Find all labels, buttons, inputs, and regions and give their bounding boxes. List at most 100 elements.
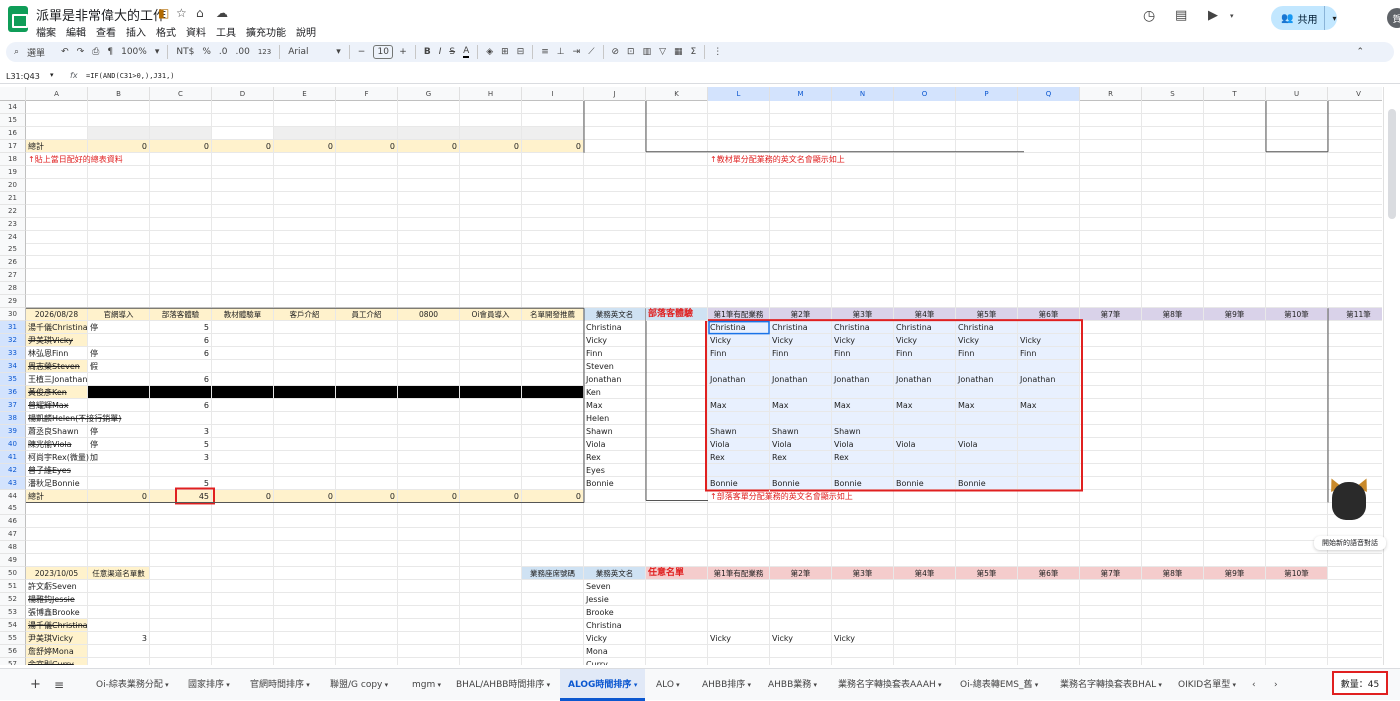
cell-K37[interactable] xyxy=(646,398,708,412)
cell-G28[interactable] xyxy=(398,282,460,296)
cell-D36[interactable] xyxy=(212,385,274,399)
sheet-tab[interactable]: 官網時間排序 ▾ xyxy=(242,669,318,701)
cell-F28[interactable] xyxy=(336,282,398,296)
cell-S49[interactable] xyxy=(1142,554,1204,568)
cell-A34[interactable]: 周志榮Steven xyxy=(26,360,88,373)
cell-G47[interactable] xyxy=(398,528,460,542)
cell-J40[interactable]: Viola xyxy=(584,437,646,451)
cell-C29[interactable] xyxy=(150,295,212,309)
cell-I43[interactable] xyxy=(522,476,584,490)
cell-N17[interactable] xyxy=(832,139,894,153)
cell-I48[interactable] xyxy=(522,541,584,555)
column-header-G[interactable]: G xyxy=(398,87,460,101)
cell-O18[interactable] xyxy=(894,152,956,166)
cell-N57[interactable] xyxy=(832,657,894,665)
row-header[interactable]: 38 xyxy=(0,411,26,425)
cell-H46[interactable] xyxy=(460,515,522,529)
cell-H30[interactable]: Oi會員導入 xyxy=(460,308,522,322)
cell-H38[interactable] xyxy=(460,411,522,425)
cell-T21[interactable] xyxy=(1204,191,1266,205)
cell-A32[interactable]: 尹美琪Vicky xyxy=(26,334,88,348)
cell-C49[interactable] xyxy=(150,554,212,568)
cell-H41[interactable] xyxy=(460,450,522,464)
cell-V24[interactable] xyxy=(1328,231,1382,244)
cell-P30[interactable]: 第5筆 xyxy=(956,308,1018,322)
cell-P20[interactable] xyxy=(956,178,1018,192)
cell-A42[interactable]: 曾子維Eyes xyxy=(26,463,88,477)
selection-count-status[interactable]: 數量：45 xyxy=(1332,671,1388,695)
cell-G49[interactable] xyxy=(398,554,460,568)
cell-T18[interactable] xyxy=(1204,152,1266,166)
cell-L43[interactable]: Bonnie xyxy=(708,476,770,490)
cell-A57[interactable]: 余宜則Curry xyxy=(26,657,88,665)
cell-U29[interactable] xyxy=(1266,295,1328,309)
cell-F44[interactable]: 0 xyxy=(336,489,398,503)
cell-M49[interactable] xyxy=(770,554,832,568)
cell-Q48[interactable] xyxy=(1018,541,1080,555)
cell-I15[interactable] xyxy=(522,113,584,127)
cell-P53[interactable] xyxy=(956,606,1018,620)
cell-E53[interactable] xyxy=(274,606,336,620)
cell-P43[interactable]: Bonnie xyxy=(956,476,1018,490)
cell-I39[interactable] xyxy=(522,424,584,438)
cell-C46[interactable] xyxy=(150,515,212,529)
cell-O14[interactable] xyxy=(894,101,956,114)
cell-D48[interactable] xyxy=(212,541,274,555)
cell-N23[interactable] xyxy=(832,217,894,231)
cell-R44[interactable] xyxy=(1080,489,1142,503)
cell-O54[interactable] xyxy=(894,619,956,632)
column-header-U[interactable]: U xyxy=(1266,87,1328,101)
cell-V36[interactable] xyxy=(1328,386,1382,399)
cell-G46[interactable] xyxy=(398,515,460,529)
cell-H53[interactable] xyxy=(460,606,522,620)
cell-B37[interactable] xyxy=(88,398,150,412)
cell-K31[interactable] xyxy=(646,321,708,335)
cell-J23[interactable] xyxy=(584,217,646,231)
cell-R56[interactable] xyxy=(1080,644,1142,658)
cell-Q52[interactable] xyxy=(1018,593,1080,607)
cell-C26[interactable] xyxy=(150,256,212,270)
cell-S28[interactable] xyxy=(1142,282,1204,296)
cell-E52[interactable] xyxy=(274,593,336,607)
cell-V25[interactable] xyxy=(1328,243,1382,257)
font-caret-icon[interactable]: ▾ xyxy=(336,47,341,57)
cell-R30[interactable]: 第7筆 xyxy=(1080,308,1142,322)
cell-J46[interactable] xyxy=(584,515,646,529)
cell-L32[interactable]: Vicky xyxy=(708,334,770,348)
cell-H47[interactable] xyxy=(460,528,522,542)
cell-A33[interactable]: 林弘恩Finn xyxy=(26,347,88,361)
cell-M33[interactable]: Finn xyxy=(770,347,832,361)
row-header[interactable]: 14 xyxy=(0,101,26,114)
cell-C57[interactable] xyxy=(150,657,212,665)
cell-O41[interactable] xyxy=(894,450,956,464)
cell-J32[interactable]: Vicky xyxy=(584,334,646,348)
sheet-tab[interactable]: OIKID名單型 ▾ xyxy=(1170,669,1244,701)
cell-B25[interactable] xyxy=(88,243,150,257)
cell-U57[interactable] xyxy=(1266,657,1328,665)
cell-R43[interactable] xyxy=(1080,476,1142,490)
cell-R37[interactable] xyxy=(1080,398,1142,412)
cell-V42[interactable] xyxy=(1328,464,1382,477)
cell-M20[interactable] xyxy=(770,178,832,192)
cell-O35[interactable]: Jonathan xyxy=(894,372,956,386)
cell-M51[interactable] xyxy=(770,580,832,594)
cell-L50[interactable]: 第1筆有配業務 xyxy=(708,567,770,581)
cell-G20[interactable] xyxy=(398,178,460,192)
cell-T52[interactable] xyxy=(1204,593,1266,607)
collapse-toolbar-icon[interactable]: ⌃ xyxy=(1356,47,1364,57)
cell-R27[interactable] xyxy=(1080,269,1142,283)
cell-B49[interactable] xyxy=(88,554,150,568)
cell-P38[interactable] xyxy=(956,411,1018,425)
cell-K46[interactable] xyxy=(646,515,708,529)
cell-O30[interactable]: 第4筆 xyxy=(894,308,956,322)
row-header[interactable]: 33 xyxy=(0,347,26,361)
column-header-F[interactable]: F xyxy=(336,87,398,101)
cell-T22[interactable] xyxy=(1204,204,1266,218)
cell-P51[interactable] xyxy=(956,580,1018,594)
cell-R38[interactable] xyxy=(1080,411,1142,425)
cell-H26[interactable] xyxy=(460,256,522,270)
search-icon[interactable]: ⌕ xyxy=(14,47,19,57)
menu-tools[interactable]: 工具 xyxy=(216,24,236,39)
cell-S25[interactable] xyxy=(1142,243,1204,257)
cell-F36[interactable] xyxy=(336,385,398,399)
